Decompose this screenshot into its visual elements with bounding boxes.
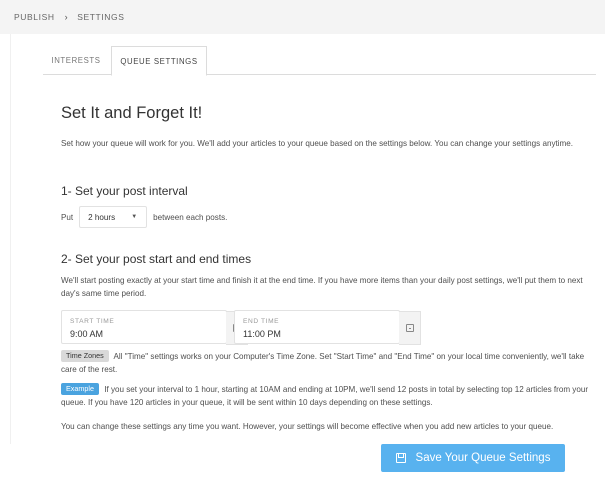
- tab-bar: INTERESTS QUEUE SETTINGS: [43, 46, 596, 76]
- start-time-value: 9:00 AM: [70, 329, 104, 339]
- end-time-value: 11:00 PM: [243, 329, 281, 339]
- breadcrumb-settings: SETTINGS: [77, 12, 125, 22]
- start-time-field[interactable]: START TIME 9:00 AM: [61, 310, 248, 345]
- timezone-badge: Time Zones: [61, 350, 109, 362]
- page-title: Set It and Forget It!: [61, 104, 203, 122]
- footer-note: You can change these settings any time y…: [61, 422, 554, 431]
- chevron-right-icon: ›: [64, 12, 69, 22]
- interval-suffix: between each posts.: [153, 212, 228, 222]
- floppy-disk-icon: [395, 453, 406, 463]
- example-badge: Example: [61, 383, 99, 395]
- intro-text: Set how your queue will work for you. We…: [61, 139, 574, 148]
- interval-prefix: Put: [61, 212, 74, 222]
- time-picker-icon: [405, 324, 414, 332]
- interval-selected-value: 2 hours: [88, 212, 116, 222]
- start-time-label: START TIME: [70, 318, 115, 325]
- save-button-label: Save Your Queue Settings: [415, 452, 551, 464]
- timezone-note: Time Zones All "Time" settings works on …: [61, 350, 591, 376]
- times-description: We'll start posting exactly at your star…: [61, 276, 583, 298]
- end-time-label: END TIME: [243, 318, 280, 325]
- interval-select[interactable]: 2 hours ▼: [79, 206, 148, 228]
- end-time-picker-button[interactable]: [399, 311, 421, 345]
- tab-queue-settings[interactable]: QUEUE SETTINGS: [111, 46, 207, 76]
- breadcrumb-publish[interactable]: PUBLISH: [14, 12, 55, 22]
- interval-row: Put 2 hours ▼ between each posts.: [61, 206, 227, 228]
- tab-interests[interactable]: INTERESTS: [43, 46, 109, 75]
- save-queue-settings-button[interactable]: Save Your Queue Settings: [381, 444, 565, 472]
- caret-down-icon: ▼: [131, 214, 138, 220]
- interval-heading: 1- Set your post interval: [61, 184, 188, 198]
- times-heading: 2- Set your post start and end times: [61, 252, 252, 266]
- example-text: If you set your interval to 1 hour, star…: [61, 385, 589, 407]
- top-bar: PUBLISH › SETTINGS: [0, 0, 605, 34]
- breadcrumb: PUBLISH › SETTINGS: [14, 12, 125, 22]
- settings-panel: INTERESTS QUEUE SETTINGS Set It and Forg…: [10, 34, 596, 444]
- example-note: Example If you set your interval to 1 ho…: [61, 383, 591, 409]
- page: PUBLISH › SETTINGS INTERESTS QUEUE SETTI…: [0, 0, 605, 492]
- timezone-text: All "Time" settings works on your Comput…: [61, 352, 585, 374]
- end-time-field[interactable]: END TIME 11:00 PM: [234, 310, 421, 345]
